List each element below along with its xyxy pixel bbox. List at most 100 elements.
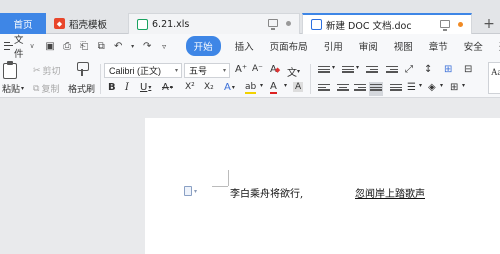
align-center-icon[interactable]: [337, 84, 349, 94]
highlight-dropdown[interactable]: ▾: [260, 82, 263, 89]
tab-start[interactable]: 开始: [185, 36, 221, 56]
print-preview-icon[interactable]: ⎙: [62, 41, 73, 52]
chevron-down-icon[interactable]: ▾: [462, 82, 465, 89]
chevron-down-icon[interactable]: ▾: [419, 82, 422, 89]
phonetic-button[interactable]: 文 ▾: [287, 64, 300, 79]
hamburger-icon: [4, 42, 13, 50]
font-color-icon: A: [270, 81, 277, 92]
phonetic-icon: 文: [287, 68, 297, 79]
show-marks-icon[interactable]: ⊞: [444, 64, 452, 75]
bold-icon: B: [108, 82, 116, 93]
undo-dropdown-icon[interactable]: ▾: [130, 43, 136, 50]
paragraph-handle[interactable]: ▾: [184, 186, 197, 196]
font-color-dropdown[interactable]: ▾: [284, 82, 287, 89]
format-painter-button[interactable]: [76, 62, 89, 76]
italic-button[interactable]: I: [125, 82, 129, 93]
strikethrough-button[interactable]: A ▾: [162, 82, 173, 93]
chevron-down-icon: ▾: [297, 68, 301, 75]
document-underlined-text[interactable]: 忽闻岸上踏歌声: [355, 185, 425, 200]
tab-page-layout[interactable]: 页面布局: [270, 39, 308, 53]
superscript-icon: X²: [185, 82, 195, 92]
char-shading-button[interactable]: A: [293, 82, 304, 92]
font-size-select[interactable]: 五号 ▾: [184, 63, 230, 78]
styles-gallery[interactable]: Aa: [488, 62, 500, 94]
tab-spreadsheet[interactable]: S 6.21.xls: [128, 13, 300, 34]
tab-status-dot: [286, 20, 291, 26]
underline-button[interactable]: U ▾: [140, 82, 151, 93]
text-effect-button[interactable]: A ▾: [224, 82, 235, 93]
line-spacing-icon[interactable]: ☰: [407, 82, 416, 93]
italic-icon: I: [125, 82, 129, 93]
monitor-icon[interactable]: [268, 19, 278, 30]
clipboard-icon: [3, 60, 17, 79]
format-painter-label: 格式刷: [68, 85, 96, 95]
copy-button[interactable]: ⧉ 复制: [33, 82, 59, 96]
tab-home[interactable]: 首页: [0, 13, 46, 34]
tab-document[interactable]: W 新建 DOC 文档.doc: [302, 13, 472, 34]
export-icon[interactable]: ⧉: [96, 41, 107, 52]
clear-format-button[interactable]: A ◆: [270, 64, 280, 75]
increase-indent-icon[interactable]: [386, 66, 398, 76]
decrease-indent-icon[interactable]: [366, 66, 378, 76]
subscript-button[interactable]: X₂: [204, 82, 214, 92]
monitor-icon[interactable]: [440, 20, 450, 31]
paragraph-spacing-icon[interactable]: ⊟: [464, 64, 472, 75]
tab-references[interactable]: 引用: [324, 39, 343, 53]
cut-label: 剪切: [42, 67, 61, 77]
align-left-icon[interactable]: [318, 84, 330, 94]
divider: [310, 64, 311, 94]
tab-view[interactable]: 视图: [394, 39, 413, 53]
tab-review[interactable]: 审阅: [359, 39, 378, 53]
format-painter-label-button[interactable]: 格式刷: [68, 82, 95, 95]
cut-button[interactable]: ✂ 剪切: [33, 64, 61, 78]
sort-icon[interactable]: ↕: [424, 64, 432, 75]
numbered-list-icon[interactable]: [342, 66, 354, 76]
chevron-down-icon[interactable]: ▾: [356, 64, 359, 71]
shading-icon[interactable]: ◈: [428, 82, 436, 93]
underline-icon: U: [140, 82, 148, 93]
char-shading-icon: A: [295, 82, 302, 92]
distributed-icon[interactable]: [390, 84, 402, 94]
new-tab-button[interactable]: +: [478, 13, 500, 34]
paste-button[interactable]: [3, 60, 23, 79]
font-color-button[interactable]: A: [270, 82, 277, 94]
document-text-line[interactable]: 李白乘舟将欲行,: [230, 185, 303, 200]
document-page[interactable]: [145, 118, 500, 254]
chevron-down-icon: ▾: [174, 68, 178, 74]
align-right-icon[interactable]: [354, 84, 366, 94]
shrink-font-button[interactable]: A⁻: [252, 64, 263, 74]
file-menu[interactable]: 文件 ∨: [0, 32, 35, 60]
justify-icon[interactable]: [369, 82, 383, 96]
tab-document-label: 新建 DOC 文档.doc: [326, 20, 412, 32]
borders-icon[interactable]: ⊞: [450, 82, 458, 93]
save-icon[interactable]: ▣: [45, 41, 56, 52]
style-sample: Aa: [491, 67, 500, 77]
font-name-value: Calibri (正文): [109, 66, 162, 76]
tab-insert[interactable]: 插入: [235, 39, 254, 53]
daoke-logo-icon: ◆: [54, 18, 65, 29]
redo-icon[interactable]: ↷: [142, 41, 153, 52]
chevron-down-icon: ▾: [231, 84, 235, 91]
grow-font-button[interactable]: A⁺: [235, 64, 247, 75]
plus-icon: +: [483, 15, 495, 32]
paste-dropdown[interactable]: 粘贴 ▾: [2, 82, 24, 95]
print-icon[interactable]: ⎗: [79, 41, 90, 52]
superscript-button[interactable]: X²: [185, 82, 195, 92]
chevron-down-icon[interactable]: ▾: [440, 82, 443, 89]
chevron-down-icon: ▾: [169, 84, 173, 91]
bold-button[interactable]: B: [108, 82, 116, 93]
highlight-button[interactable]: ab: [245, 82, 257, 94]
undo-icon[interactable]: ↶: [113, 41, 124, 52]
bullet-list-icon[interactable]: [318, 66, 330, 76]
chinese-layout-icon[interactable]: ⤢: [405, 64, 413, 75]
tab-template[interactable]: ◆ 稻壳模板: [46, 13, 122, 34]
chevron-down-icon: ▾: [284, 82, 288, 89]
tab-spreadsheet-label: 6.21.xls: [152, 18, 190, 30]
tab-security[interactable]: 安全: [464, 39, 483, 53]
scissors-icon: ✂: [33, 65, 41, 76]
tab-chapter[interactable]: 章节: [429, 39, 448, 53]
chevron-down-icon[interactable]: ▾: [332, 64, 335, 71]
font-name-select[interactable]: Calibri (正文) ▾: [104, 63, 182, 78]
customize-icon[interactable]: ▿: [159, 42, 170, 51]
menu-bar: 文件 ∨ ▣ ⎙ ⎗ ⧉ ↶ ▾ ↷ ▿ 开始 插入 页面布局 引用 审阅 视图…: [0, 32, 500, 60]
